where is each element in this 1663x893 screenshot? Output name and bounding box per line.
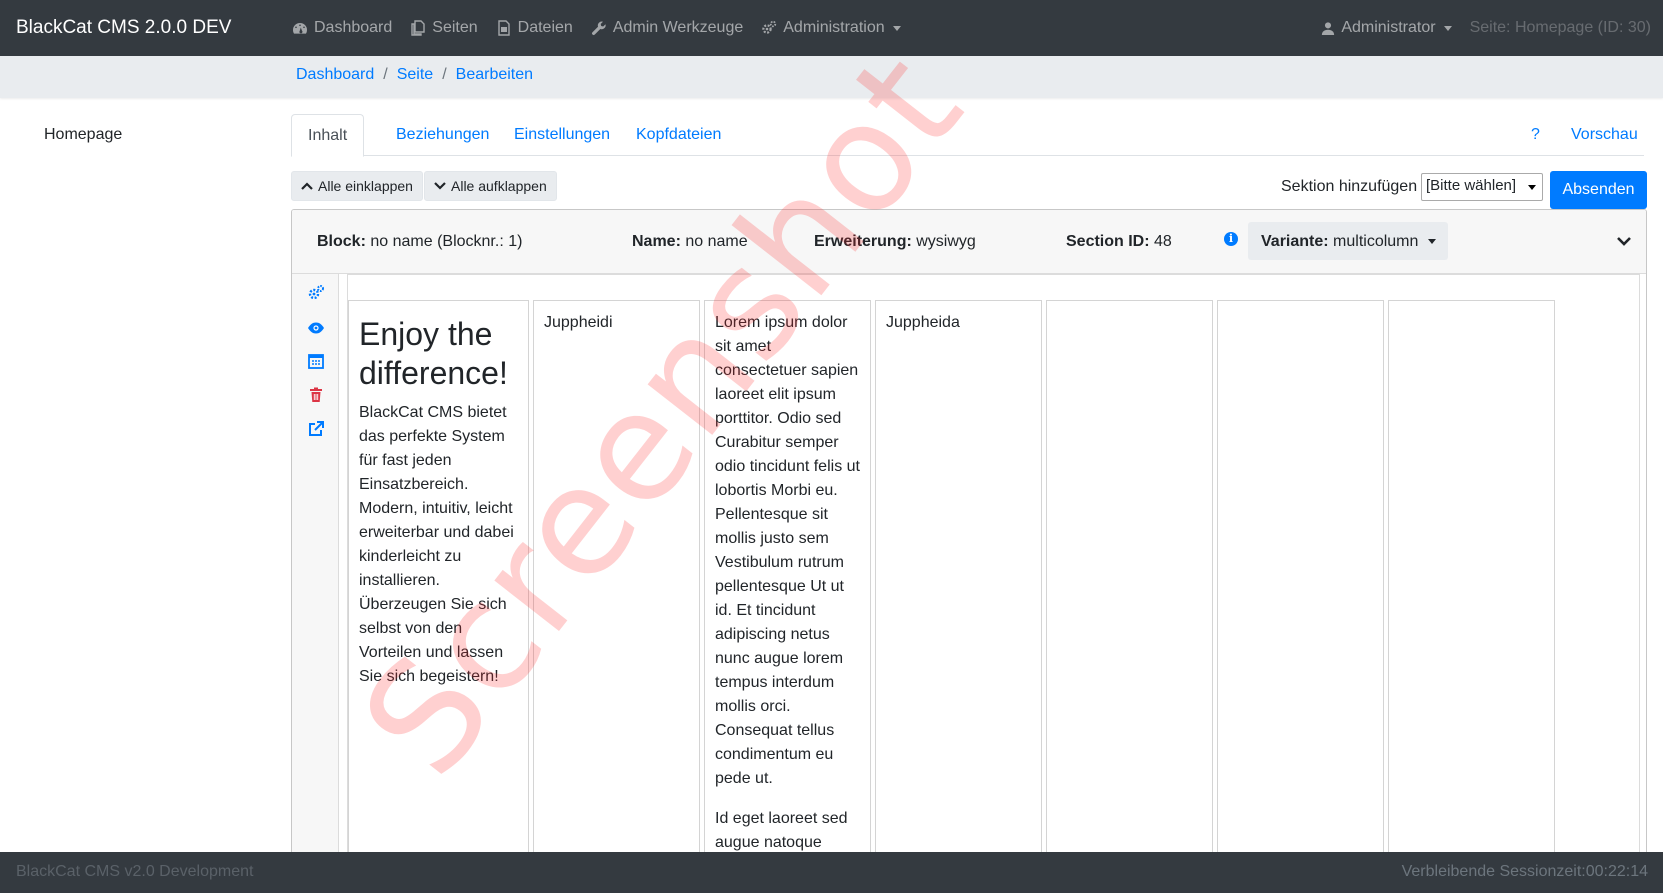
tab-settings[interactable]: Einstellungen — [498, 114, 626, 156]
user-menu[interactable]: Administrator — [1321, 19, 1452, 37]
expand-all-label: Alle aufklappen — [451, 178, 547, 194]
nav-dashboard[interactable]: Dashboard — [292, 19, 392, 37]
column-3-paragraph-1: Lorem ipsum dolor sit amet consectetuer … — [715, 314, 860, 787]
column-1-text: BlackCat CMS bietet das perfekte System … — [359, 404, 514, 685]
nav-pages[interactable]: Seiten — [410, 19, 478, 37]
brand[interactable]: BlackCat CMS 2.0.0 DEV — [16, 17, 292, 39]
chevron-up-icon — [301, 182, 313, 190]
block-header: Block: no name (Blocknr.: 1) Name: no na… — [292, 210, 1646, 274]
column-4[interactable]: Juppheida — [875, 300, 1042, 893]
dashboard-icon — [293, 23, 307, 34]
variant-dropdown[interactable]: Variante: multicolumn — [1248, 222, 1448, 260]
breadcrumb-dashboard[interactable]: Dashboard — [296, 66, 374, 84]
column-4-text: Juppheida — [886, 314, 960, 331]
tab-relations[interactable]: Beziehungen — [380, 114, 505, 156]
breadcrumb-separator: / — [383, 66, 388, 83]
current-page-info: Seite: Homepage (ID: 30) — [1469, 19, 1651, 36]
add-section-select[interactable]: [Bitte wählen] — [1421, 173, 1543, 201]
external-link-icon[interactable] — [307, 420, 325, 438]
preview-link[interactable]: Vorschau — [1555, 114, 1654, 156]
chevron-down-icon — [1428, 239, 1437, 245]
nav-admin-tools-label: Admin Werkzeuge — [612, 19, 744, 36]
column-1-heading: Enjoy the difference! — [359, 316, 508, 391]
variant-label: Variante: — [1261, 233, 1329, 250]
files-icon — [497, 20, 510, 36]
tab-content[interactable]: Inhalt — [291, 114, 365, 157]
chevron-down-icon — [434, 182, 446, 190]
column-5[interactable] — [1046, 300, 1213, 893]
name-label: Name: — [632, 233, 681, 250]
footer: BlackCat CMS v2.0 Development Verbleiben… — [0, 852, 1663, 893]
session-timer: Verbleibende Sessionzeit:00:22:14 — [1401, 863, 1648, 880]
add-section-value: [Bitte wählen] — [1426, 177, 1517, 194]
submit-button[interactable]: Absenden — [1550, 171, 1647, 209]
help-link[interactable]: ? — [1515, 114, 1556, 156]
chevron-down-icon — [1443, 25, 1452, 31]
extension-label: Erweiterung: — [814, 233, 912, 250]
user-icon — [1322, 22, 1335, 35]
tab-headers[interactable]: Kopfdateien — [620, 114, 737, 156]
pagetree-item-homepage[interactable]: Homepage — [44, 126, 122, 144]
nav-admin-tools[interactable]: Admin Werkzeuge — [591, 19, 743, 37]
gears-icon[interactable] — [307, 284, 325, 302]
breadcrumb-edit[interactable]: Bearbeiten — [456, 66, 533, 84]
section-id-info: Section ID: 48 — [1066, 233, 1172, 251]
nav-administration-label: Administration — [783, 19, 885, 36]
breadcrumb-bar: Dashboard / Seite / Bearbeiten — [0, 56, 1663, 98]
gears-icon — [762, 20, 777, 34]
collapse-all-label: Alle einklappen — [318, 178, 413, 194]
multicolumn-editor: Enjoy the difference! BlackCat CMS biete… — [347, 274, 1640, 893]
name-info: Name: no name — [632, 233, 748, 251]
user-menu-label: Administrator — [1341, 19, 1436, 36]
extension-value: wysiwyg — [916, 233, 976, 250]
block-card: Block: no name (Blocknr.: 1) Name: no na… — [291, 209, 1647, 893]
wrench-icon — [591, 21, 606, 35]
section-id-label: Section ID: — [1066, 233, 1150, 250]
nav-pages-label: Seiten — [432, 19, 478, 36]
breadcrumb: Dashboard / Seite / Bearbeiten — [296, 66, 533, 84]
collapse-block-icon[interactable] — [1616, 236, 1632, 246]
block-info: Block: no name (Blocknr.: 1) — [317, 233, 522, 251]
breadcrumb-separator: / — [442, 66, 447, 83]
block-label: Block: — [317, 233, 366, 250]
variant-value: multicolumn — [1333, 233, 1419, 250]
pages-icon — [411, 20, 425, 36]
column-7[interactable] — [1388, 300, 1555, 893]
footer-version: BlackCat CMS v2.0 Development — [16, 863, 254, 880]
tabs: Inhalt Beziehungen Einstellungen Kopfdat… — [291, 114, 1644, 157]
column-3[interactable]: Lorem ipsum dolor sit amet consectetuer … — [704, 300, 871, 893]
extension-info: Erweiterung: wysiwyg — [814, 233, 976, 251]
nav-dashboard-label: Dashboard — [314, 19, 393, 36]
column-1[interactable]: Enjoy the difference! BlackCat CMS biete… — [348, 300, 529, 893]
block-value: no name (Blocknr.: 1) — [370, 233, 523, 250]
info-icon[interactable]: i — [1224, 232, 1238, 246]
dropdown-arrow-icon — [1528, 185, 1536, 190]
nav-right: Administrator Seite: Homepage (ID: 30) — [1321, 19, 1651, 37]
calendar-icon[interactable] — [307, 352, 325, 370]
column-2-text: Juppheidi — [544, 314, 613, 331]
add-section-label: Sektion hinzufügen — [1281, 178, 1418, 195]
nav-administration[interactable]: Administration — [761, 19, 901, 37]
section-id-value: 48 — [1154, 233, 1172, 250]
block-actions-sidebar — [292, 274, 339, 893]
collapse-all-button[interactable]: Alle einklappen — [291, 171, 423, 201]
nav-files[interactable]: Dateien — [496, 19, 573, 37]
breadcrumb-page[interactable]: Seite — [397, 66, 433, 84]
eye-icon[interactable] — [307, 319, 325, 337]
chevron-down-icon — [892, 25, 901, 31]
expand-all-button[interactable]: Alle aufklappen — [424, 171, 557, 201]
name-value: no name — [685, 233, 748, 250]
top-navbar: BlackCat CMS 2.0.0 DEV Dashboard Seiten … — [0, 0, 1663, 56]
nav-files-label: Dateien — [517, 19, 573, 36]
column-6[interactable] — [1217, 300, 1384, 893]
trash-icon[interactable] — [307, 386, 325, 404]
column-2[interactable]: Juppheidi — [533, 300, 700, 893]
